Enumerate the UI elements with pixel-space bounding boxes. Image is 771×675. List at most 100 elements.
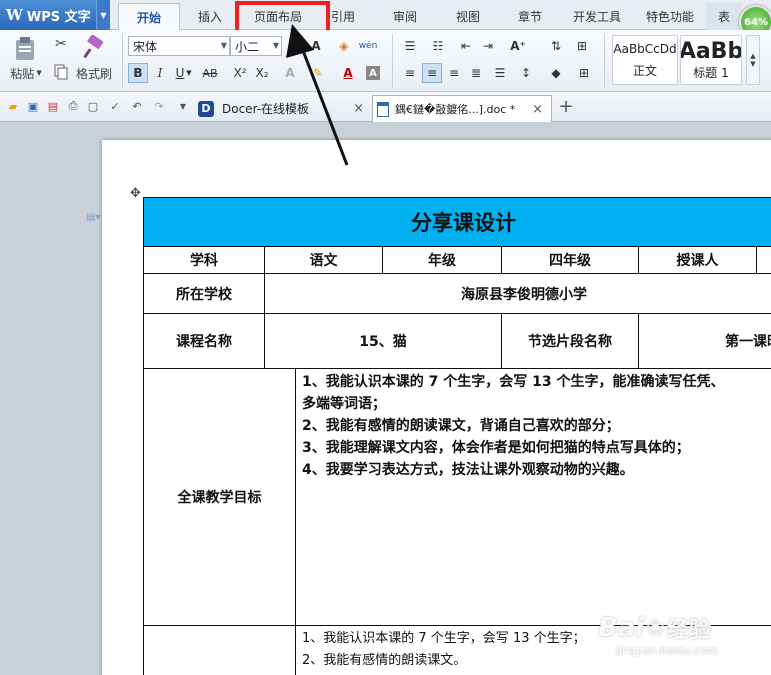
table-cell[interactable]: 第一课时 xyxy=(637,313,771,369)
watermark-suffix: 经验 xyxy=(666,618,711,643)
redo-icon[interactable]: ↷ xyxy=(152,99,166,113)
border-dropdown-button[interactable]: ⊞ xyxy=(574,63,594,83)
paste-label: 粘贴 xyxy=(10,66,35,81)
shading-button[interactable]: ◆ xyxy=(546,63,566,83)
table-cell[interactable]: 语文 xyxy=(264,246,383,274)
cell-text: 年级 xyxy=(428,253,456,269)
cell-text: 第一课时 xyxy=(725,334,771,350)
goals-cell[interactable]: 1、我能认识本课的 7 个生字，会写 13 个生字，能准确读写任凭、 多端等词语… xyxy=(294,368,771,626)
docer-logo-icon: D xyxy=(198,100,214,117)
app-name: WPS 文字 xyxy=(26,9,91,25)
highlight-color-button[interactable]: ✎ xyxy=(308,63,328,83)
table-cell[interactable]: 所在学校 xyxy=(143,273,265,314)
export-pdf-icon[interactable]: ▤ xyxy=(46,99,60,113)
customize-dropdown-icon[interactable]: ▼ xyxy=(176,99,190,113)
styles-scroll[interactable]: ▲ ▼ xyxy=(746,35,760,85)
doc-tab-label: 鍝€鏈�敼鍍佲...].doc * xyxy=(395,103,516,116)
copy-button[interactable] xyxy=(52,63,70,81)
tab-special-features[interactable]: 特色功能 xyxy=(638,3,702,30)
strikethrough-button[interactable]: AB xyxy=(200,63,220,83)
tab-insert[interactable]: 插入 xyxy=(182,3,238,30)
tab-label: 视图 xyxy=(455,10,480,24)
tab-label: 引用 xyxy=(330,10,355,24)
style-heading-1[interactable]: AaBb 标题 1 xyxy=(680,35,742,85)
grow-font-button[interactable]: A xyxy=(306,36,326,56)
line-spacing-icon: ↕ xyxy=(520,66,532,80)
align-right-button[interactable]: ≡ xyxy=(444,63,464,83)
print-preview-icon[interactable]: ▢ xyxy=(86,99,100,113)
bullet-list-button[interactable]: ☰ xyxy=(400,36,420,56)
table-cell[interactable]: 课程名称 xyxy=(143,313,265,369)
style-normal[interactable]: AaBbCcDd 正文 xyxy=(612,35,678,85)
font-size-select[interactable]: 小二 ▼ xyxy=(230,36,282,56)
table-cell[interactable]: 节选片段名称 xyxy=(501,313,639,369)
text-effect-icon: A xyxy=(285,66,295,80)
phonetic-guide-button[interactable]: wén xyxy=(358,36,378,56)
font-name-select[interactable]: 宋体 ▼ xyxy=(128,36,230,56)
doc-title: 分享课设计 xyxy=(411,211,517,235)
tab-label: 表 xyxy=(717,10,730,24)
table-cell[interactable]: 15、猫 xyxy=(264,313,502,369)
distributed-button[interactable]: ☰ xyxy=(490,63,510,83)
align-center-button[interactable]: ≡ xyxy=(422,63,442,83)
justify-button[interactable]: ≣ xyxy=(466,63,486,83)
cut-button[interactable]: ✂ xyxy=(52,35,70,53)
outdent-icon: ⇤ xyxy=(460,39,472,53)
table-move-handle-icon[interactable]: ✥ xyxy=(130,186,144,201)
tab-section[interactable]: 章节 xyxy=(505,3,555,30)
subscript-button[interactable]: X₂ xyxy=(252,63,272,83)
print-icon[interactable]: ⎙ xyxy=(66,99,80,113)
close-icon[interactable]: × xyxy=(353,101,364,116)
cell-text: 海原县李俊明德小学 xyxy=(461,286,588,303)
table-cell[interactable] xyxy=(755,246,771,274)
table-cell[interactable]: 全课教学目标 xyxy=(143,368,296,626)
table-cell[interactable]: 四年级 xyxy=(501,246,639,274)
chevron-down-icon[interactable]: ▼ xyxy=(96,0,110,30)
table-cell[interactable]: 海原县李俊明德小学 xyxy=(263,273,771,314)
numbered-list-button[interactable]: ☷ xyxy=(428,36,448,56)
table-cell[interactable]: 授课人 xyxy=(638,246,757,274)
paste-dropdown[interactable]: 粘贴 ▼ xyxy=(6,64,46,82)
bold-button[interactable]: B xyxy=(128,63,148,83)
format-painter-button[interactable] xyxy=(80,34,108,60)
line-spacing-button[interactable]: ↕ xyxy=(516,63,536,83)
superscript-button[interactable]: X² xyxy=(230,63,250,83)
app-menu-button[interactable]: W WPS 文字 ▼ xyxy=(0,0,110,30)
underline-dropdown[interactable]: ▼ xyxy=(184,63,194,83)
increase-indent-button[interactable]: ⇥ xyxy=(478,36,498,56)
undo-icon[interactable]: ↶ xyxy=(130,99,144,113)
table-row: 学科 语文 年级 四年级 授课人 xyxy=(143,246,771,274)
borders-button[interactable]: ⊞ xyxy=(572,36,592,56)
doc-tab-docer[interactable]: D Docer-在线模板 × xyxy=(194,95,370,122)
tab-view[interactable]: 视图 xyxy=(443,3,493,30)
table-cell[interactable]: 学科 xyxy=(143,246,265,274)
goal-line: 4、我要学习表达方式，技法让课外观察动物的兴趣。 xyxy=(302,462,634,478)
char-shading-button[interactable]: A xyxy=(366,66,380,80)
close-icon[interactable]: × xyxy=(532,102,543,117)
tab-start[interactable]: 开始 xyxy=(118,3,180,30)
align-left-button[interactable]: ≡ xyxy=(400,63,420,83)
table-row: 全课教学目标 1、我能认识本课的 7 个生字，会写 13 个生字，能准确读写任凭… xyxy=(143,368,771,626)
open-folder-icon[interactable]: ▰ xyxy=(6,99,20,113)
paragraph-marker-icon[interactable]: ▤▾ xyxy=(86,212,100,223)
tab-review[interactable]: 审阅 xyxy=(380,3,430,30)
new-tab-icon[interactable]: + xyxy=(558,96,574,117)
sort-button[interactable]: ⇅ xyxy=(546,36,566,56)
format-painter-label[interactable]: 格式刷 xyxy=(74,64,114,82)
spell-check-icon[interactable]: ✓ xyxy=(108,99,122,113)
text-direction-button[interactable]: A⁺ xyxy=(508,36,528,56)
table-cell[interactable] xyxy=(143,625,296,675)
decrease-indent-button[interactable]: ⇤ xyxy=(456,36,476,56)
table-cell[interactable]: 年级 xyxy=(382,246,502,274)
tab-developer[interactable]: 开发工具 xyxy=(565,3,629,30)
table-title-cell[interactable]: 分享课设计 xyxy=(142,197,771,247)
italic-button[interactable]: I xyxy=(150,63,170,83)
text-effect-button[interactable]: A xyxy=(280,63,300,83)
doc-tab-current[interactable]: 鍝€鏈�敼鍍佲...].doc * × xyxy=(372,95,552,122)
tab-table[interactable]: 表 xyxy=(706,3,742,30)
paste-button[interactable] xyxy=(8,34,42,64)
align-right-icon: ≡ xyxy=(448,66,460,80)
save-icon[interactable]: ▣ xyxy=(26,99,40,113)
clear-format-button[interactable]: ◈ xyxy=(334,36,354,56)
font-color-button[interactable]: A xyxy=(338,63,358,83)
